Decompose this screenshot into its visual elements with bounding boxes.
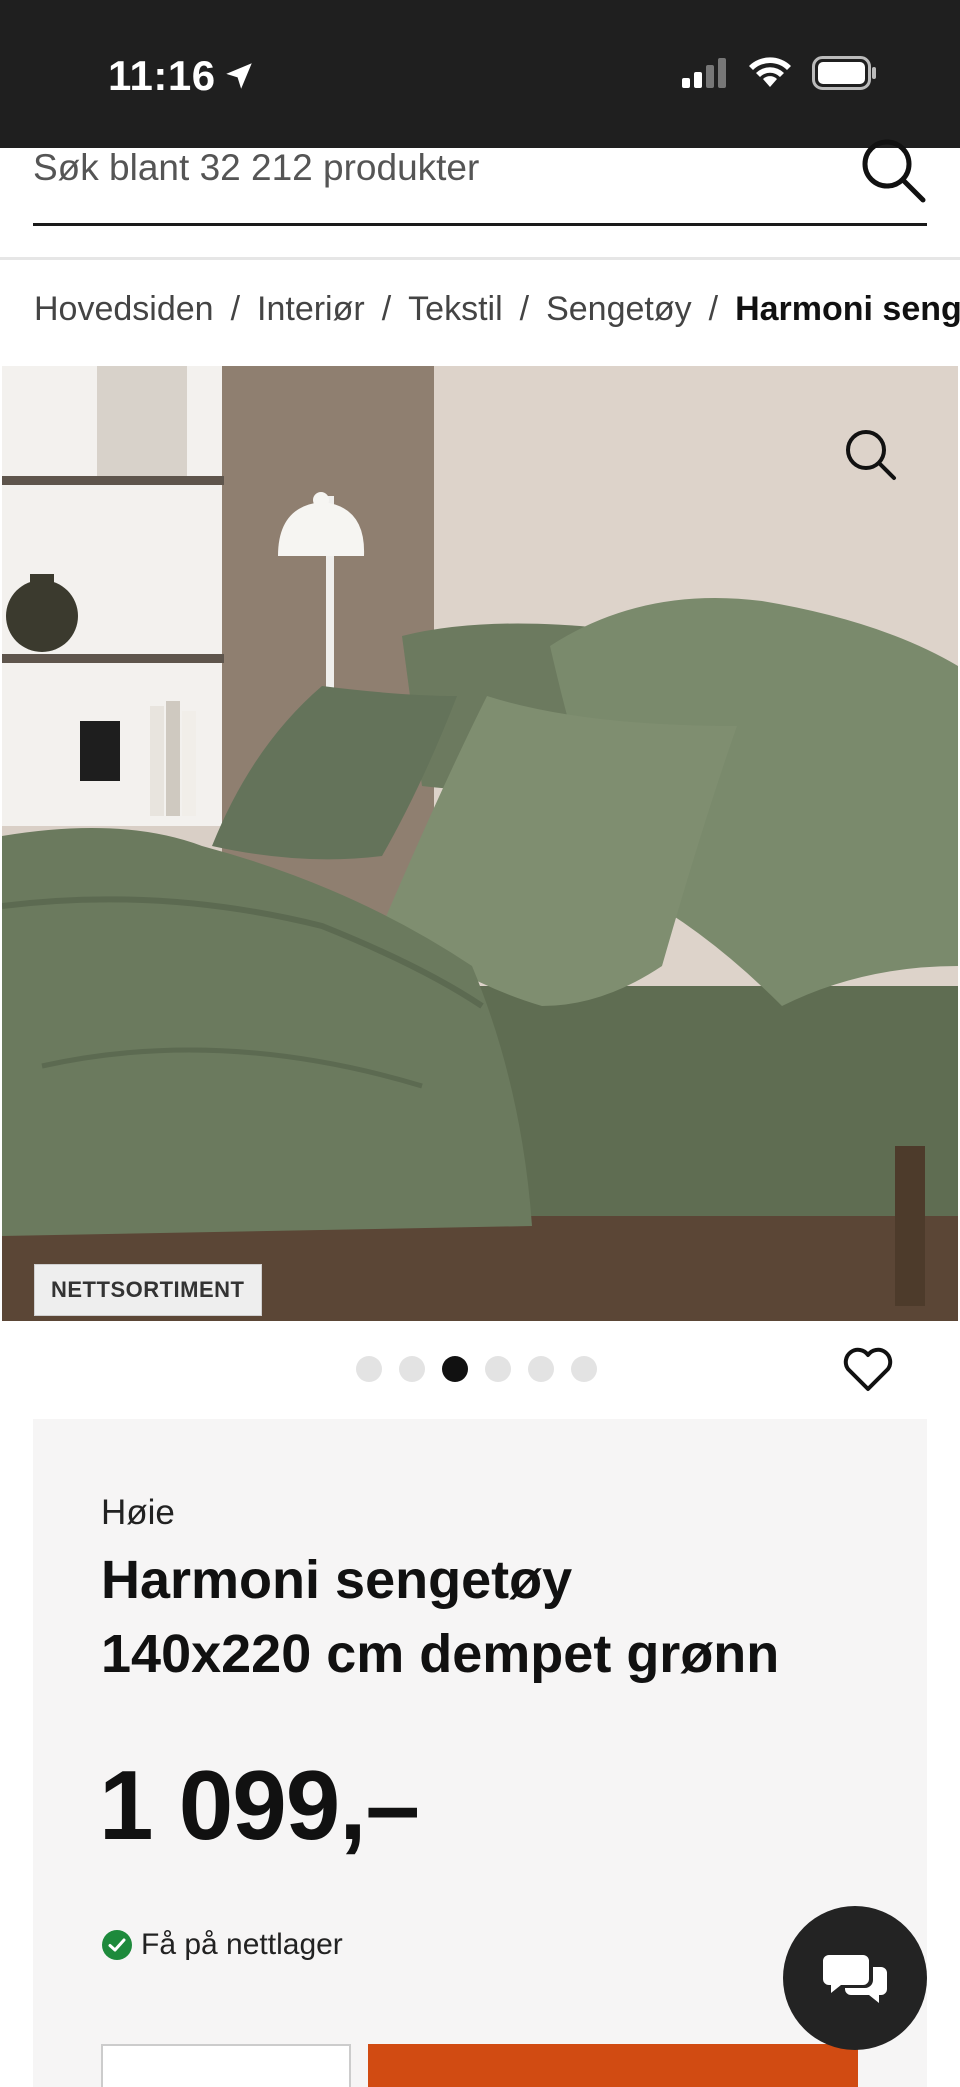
carousel-dot[interactable] — [356, 1356, 382, 1382]
product-title-line2: 140x220 cm dempet grønn — [101, 1624, 780, 1684]
chat-button[interactable] — [783, 1906, 927, 2050]
header-divider — [0, 257, 960, 260]
search-input[interactable] — [33, 148, 853, 188]
breadcrumb-textile[interactable]: Tekstil — [408, 290, 502, 329]
search-icon[interactable] — [857, 138, 927, 204]
location-arrow-icon — [225, 63, 252, 89]
product-title-line1: Harmoni sengetøy — [101, 1550, 573, 1610]
carousel-dots — [356, 1356, 597, 1382]
breadcrumb-bedding[interactable]: Sengetøy — [546, 290, 692, 329]
carousel-dot-active[interactable] — [442, 1356, 468, 1382]
product-price: 1 099,– — [99, 1750, 420, 1860]
product-photo — [2, 366, 958, 1321]
carousel-dot[interactable] — [399, 1356, 425, 1382]
stock-label: Få på nettlager — [141, 1928, 343, 1961]
breadcrumb-separator: / — [381, 290, 392, 328]
carousel-dot[interactable] — [528, 1356, 554, 1382]
heart-icon[interactable] — [843, 1346, 893, 1392]
chat-icon — [823, 1955, 887, 2003]
product-brand[interactable]: Høie — [101, 1493, 175, 1533]
status-bar: 11:16 — [0, 0, 960, 148]
battery-icon — [812, 56, 876, 90]
status-time: 11:16 — [108, 52, 256, 100]
status-icons — [682, 56, 878, 90]
check-circle-icon — [102, 1930, 132, 1960]
quantity-stepper[interactable] — [101, 2044, 351, 2087]
breadcrumb-current: Harmoni sengetøy — [735, 290, 960, 328]
product-image[interactable]: NETTSORTIMENT — [2, 366, 958, 1321]
breadcrumb-separator: / — [230, 290, 241, 328]
breadcrumb: Hovedsiden / Interiør / Tekstil / Senget… — [34, 290, 960, 329]
breadcrumb-home[interactable]: Hovedsiden — [34, 290, 214, 329]
zoom-icon[interactable] — [842, 426, 898, 482]
status-time-text: 11:16 — [108, 52, 216, 99]
product-badge: NETTSORTIMENT — [34, 1264, 262, 1316]
wifi-icon — [749, 57, 791, 87]
breadcrumb-interior[interactable]: Interiør — [257, 290, 365, 329]
breadcrumb-separator: / — [708, 290, 719, 328]
carousel-dot[interactable] — [571, 1356, 597, 1382]
carousel-dot[interactable] — [485, 1356, 511, 1382]
add-to-cart-button[interactable] — [368, 2044, 858, 2087]
product-title: Harmoni sengetøy 140x220 cm dempet grønn — [101, 1543, 861, 1691]
signal-icon — [682, 58, 726, 88]
stock-status: Få på nettlager — [101, 1928, 343, 1962]
breadcrumb-separator: / — [519, 290, 530, 328]
search-bar — [33, 139, 927, 226]
